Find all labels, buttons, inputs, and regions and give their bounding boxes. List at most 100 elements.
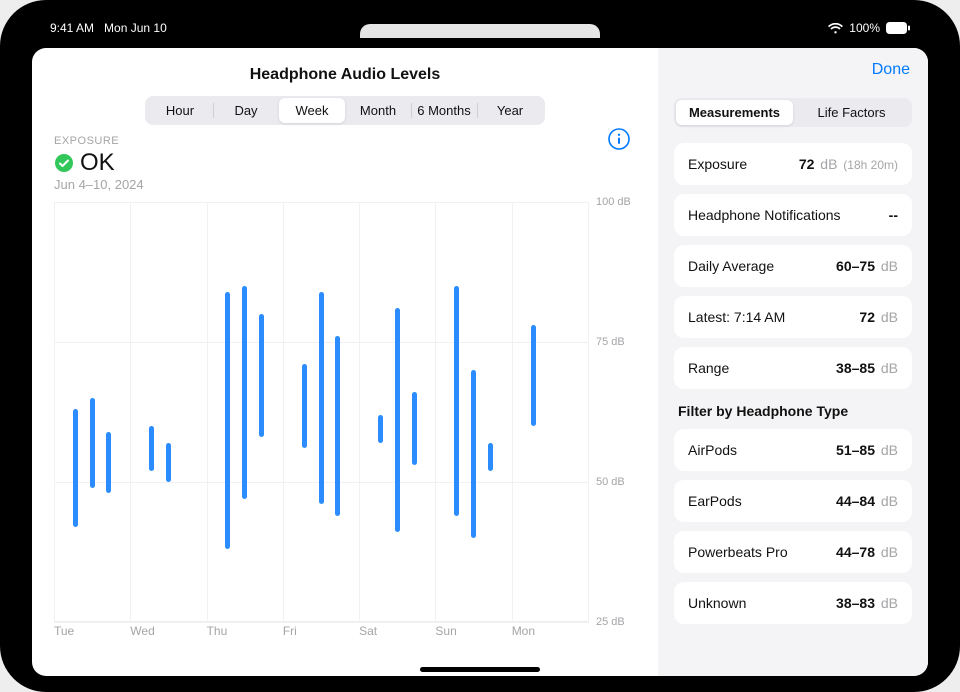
chart-bar[interactable] bbox=[395, 308, 400, 532]
measurement-value: 38–85 dB bbox=[836, 360, 898, 376]
time-range-week[interactable]: Week bbox=[279, 98, 345, 123]
filter-value: 38–83 dB bbox=[836, 595, 898, 611]
chart-vline bbox=[54, 202, 55, 623]
filter-row[interactable]: Powerbeats Pro 44–78 dB bbox=[674, 531, 912, 573]
chart-bar[interactable] bbox=[531, 325, 536, 426]
checkmark-circle-icon bbox=[54, 153, 74, 173]
measurement-value: 72 dB (18h 20m) bbox=[799, 156, 898, 172]
filter-label: AirPods bbox=[688, 442, 737, 458]
measurement-value: 60–75 dB bbox=[836, 258, 898, 274]
side-panel: Done MeasurementsLife Factors Exposure 72… bbox=[658, 48, 928, 676]
filter-list: AirPods 51–85 dB EarPods 44–84 dB Powerbeats… bbox=[674, 429, 912, 624]
measurement-label: Range bbox=[688, 360, 729, 376]
exposure-status-row: OK bbox=[54, 149, 636, 177]
chart-bar[interactable] bbox=[302, 364, 307, 448]
chart-bar[interactable] bbox=[335, 336, 340, 515]
filter-section-title: Filter by Headphone Type bbox=[678, 403, 908, 419]
chart-bar[interactable] bbox=[378, 415, 383, 443]
info-button[interactable] bbox=[608, 128, 630, 155]
chart-y-tick: 25 dB bbox=[596, 616, 625, 628]
time-range-year[interactable]: Year bbox=[477, 98, 543, 123]
chart-vline bbox=[130, 202, 131, 623]
time-range-segmented[interactable]: HourDayWeekMonth6 MonthsYear bbox=[145, 96, 545, 125]
chart-bar[interactable] bbox=[242, 286, 247, 499]
time-range-day[interactable]: Day bbox=[213, 98, 279, 123]
date-range: Jun 4–10, 2024 bbox=[54, 177, 636, 192]
filter-value: 51–85 dB bbox=[836, 442, 898, 458]
page-title: Headphone Audio Levels bbox=[54, 66, 636, 84]
chart-x-tick: Mon bbox=[512, 624, 588, 638]
filter-value: 44–84 dB bbox=[836, 493, 898, 509]
chart-bar[interactable] bbox=[454, 286, 459, 516]
time-range-month[interactable]: Month bbox=[345, 98, 411, 123]
measurement-label: Exposure bbox=[688, 156, 747, 172]
measurement-row[interactable]: Headphone Notifications -- bbox=[674, 194, 912, 236]
chart-y-tick: 100 dB bbox=[596, 196, 631, 208]
filter-row[interactable]: EarPods 44–84 dB bbox=[674, 480, 912, 522]
chart-x-tick: Sat bbox=[359, 624, 435, 638]
status-date: Mon Jun 10 bbox=[104, 22, 167, 34]
chart-y-axis: 25 dB50 dB75 dB100 dB bbox=[588, 202, 636, 622]
chart-gridline bbox=[54, 622, 588, 623]
chart-x-tick: Fri bbox=[283, 624, 359, 638]
modal-sheet: Headphone Audio Levels HourDayWeekMonth6… bbox=[32, 48, 928, 676]
measurement-row[interactable]: Daily Average 60–75 dB bbox=[674, 245, 912, 287]
time-range-hour[interactable]: Hour bbox=[147, 98, 213, 123]
filter-value: 44–78 dB bbox=[836, 544, 898, 560]
chart[interactable]: 25 dB50 dB75 dB100 dB bbox=[54, 202, 636, 622]
side-tab-measurements[interactable]: Measurements bbox=[676, 100, 793, 125]
chart-bar[interactable] bbox=[259, 314, 264, 437]
chart-x-tick: Tue bbox=[54, 624, 130, 638]
chart-x-tick: Sun bbox=[435, 624, 511, 638]
chart-vline bbox=[359, 202, 360, 623]
wifi-icon bbox=[828, 23, 843, 34]
chart-y-tick: 75 dB bbox=[596, 336, 625, 348]
info-circle-icon bbox=[608, 128, 630, 150]
measurement-label: Daily Average bbox=[688, 258, 774, 274]
filter-label: EarPods bbox=[688, 493, 742, 509]
chart-x-tick: Wed bbox=[130, 624, 206, 638]
measurement-row[interactable]: Range 38–85 dB bbox=[674, 347, 912, 389]
chart-x-tick: Thu bbox=[207, 624, 283, 638]
filter-label: Unknown bbox=[688, 595, 746, 611]
chart-bar[interactable] bbox=[73, 409, 78, 527]
measurement-label: Latest: 7:14 AM bbox=[688, 309, 785, 325]
measurements-list: Exposure 72 dB (18h 20m) Headphone Notific… bbox=[674, 143, 912, 389]
time-range-6-months[interactable]: 6 Months bbox=[411, 98, 477, 123]
chart-y-tick: 50 dB bbox=[596, 476, 625, 488]
chart-bar[interactable] bbox=[225, 292, 230, 550]
chart-vline bbox=[435, 202, 436, 623]
background-sheet-peek bbox=[360, 24, 600, 38]
chart-gridline bbox=[54, 202, 588, 203]
chart-bar[interactable] bbox=[488, 443, 493, 471]
chart-plot-area bbox=[54, 202, 588, 622]
chart-bar[interactable] bbox=[412, 392, 417, 465]
exposure-caption: EXPOSURE bbox=[54, 135, 636, 147]
main-panel: Headphone Audio Levels HourDayWeekMonth6… bbox=[32, 48, 658, 676]
chart-x-axis: TueWedThuFriSatSunMon bbox=[54, 624, 636, 638]
measurement-label: Headphone Notifications bbox=[688, 207, 841, 223]
status-time: 9:41 AM bbox=[50, 22, 94, 34]
chart-vline bbox=[283, 202, 284, 623]
side-tab-life-factors[interactable]: Life Factors bbox=[793, 100, 910, 125]
chart-bar[interactable] bbox=[471, 370, 476, 538]
chart-bar[interactable] bbox=[149, 426, 154, 471]
status-battery-pct: 100% bbox=[849, 22, 880, 34]
measurement-row[interactable]: Latest: 7:14 AM 72 dB bbox=[674, 296, 912, 338]
filter-row[interactable]: Unknown 38–83 dB bbox=[674, 582, 912, 624]
chart-bar[interactable] bbox=[90, 398, 95, 488]
measurement-value: -- bbox=[889, 207, 898, 223]
chart-bar[interactable] bbox=[106, 432, 111, 494]
chart-bar[interactable] bbox=[166, 443, 171, 482]
side-segmented[interactable]: MeasurementsLife Factors bbox=[674, 98, 912, 127]
device-frame: 9:41 AM Mon Jun 10 100% ••• Headphone Au… bbox=[0, 0, 960, 692]
done-button[interactable]: Done bbox=[872, 61, 910, 79]
chart-vline bbox=[207, 202, 208, 623]
measurement-value: 72 dB bbox=[859, 309, 898, 325]
filter-row[interactable]: AirPods 51–85 dB bbox=[674, 429, 912, 471]
home-indicator[interactable] bbox=[420, 667, 540, 672]
measurement-row[interactable]: Exposure 72 dB (18h 20m) bbox=[674, 143, 912, 185]
filter-label: Powerbeats Pro bbox=[688, 544, 788, 560]
chart-bar[interactable] bbox=[319, 292, 324, 505]
exposure-status-text: OK bbox=[80, 149, 115, 177]
